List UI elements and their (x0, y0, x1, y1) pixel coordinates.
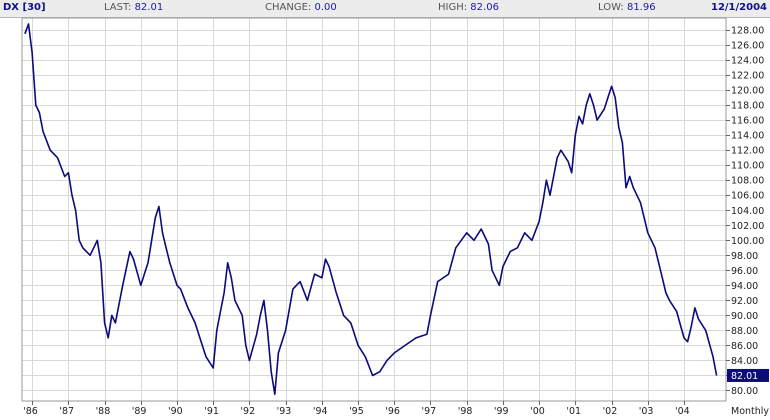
y-axis: 80.0082.0084.0086.0088.0090.0092.0094.00… (726, 26, 764, 397)
y-tick-label: 86.00 (731, 341, 758, 352)
y-tick-label: 120.00 (731, 86, 764, 97)
y-tick-label: 104.00 (731, 206, 764, 217)
x-tick-label: '99 (494, 406, 509, 417)
x-tick-label: '03 (639, 406, 654, 417)
x-tick-label: '87 (59, 406, 74, 417)
y-tick-label: 116.00 (731, 116, 764, 127)
x-tick-label: '89 (132, 406, 147, 417)
x-tick-label: '86 (23, 406, 38, 417)
y-tick-label: 106.00 (731, 191, 764, 202)
x-tick-label: '96 (385, 406, 400, 417)
x-tick-label: '92 (240, 406, 255, 417)
y-tick-label: 128.00 (731, 26, 764, 37)
y-tick-label: 110.00 (731, 161, 764, 172)
price-chart: 80.0082.0084.0086.0088.0090.0092.0094.00… (21, 17, 769, 417)
x-tick-label: '90 (168, 406, 183, 417)
x-axis: '86 '87 '88 '89 '90 '91 '92 '93 '94 '95 '96 '97 '98 '… (23, 401, 690, 417)
x-tick-label: '93 (277, 406, 292, 417)
x-tick-label: '01 (566, 406, 581, 417)
x-tick-label: '00 (530, 406, 545, 417)
y-tick-label: 126.00 (731, 41, 764, 52)
x-tick-label: '04 (675, 406, 690, 417)
y-tick-label: 80.00 (731, 386, 758, 397)
y-tick-label: 100.00 (731, 236, 764, 247)
period-label: Monthly (731, 406, 769, 417)
y-tick-label: 94.00 (731, 281, 758, 292)
y-tick-label: 114.00 (731, 131, 764, 142)
y-tick-label: 124.00 (731, 56, 764, 67)
x-tick-label: '91 (204, 406, 219, 417)
y-tick-label: 98.00 (731, 251, 758, 262)
x-tick-label: '98 (458, 406, 473, 417)
x-tick-label: '95 (349, 406, 364, 417)
grid (22, 18, 726, 401)
y-tick-label: 88.00 (731, 326, 758, 337)
x-tick-label: '97 (421, 406, 436, 417)
y-tick-label: 102.00 (731, 221, 764, 232)
x-tick-label: '88 (96, 406, 111, 417)
last-value-badge-label: 82.01 (731, 371, 758, 382)
last-value-badge: 82.01 (727, 368, 769, 382)
y-tick-label: 92.00 (731, 296, 758, 307)
x-tick-label: '02 (603, 406, 618, 417)
x-tick-label: '94 (313, 406, 328, 417)
y-tick-label: 118.00 (731, 101, 764, 112)
y-tick-label: 96.00 (731, 266, 758, 277)
y-tick-label: 112.00 (731, 146, 764, 157)
y-tick-label: 84.00 (731, 356, 758, 367)
y-tick-label: 90.00 (731, 311, 758, 322)
y-tick-label: 122.00 (731, 71, 764, 82)
y-tick-label: 108.00 (731, 176, 764, 187)
